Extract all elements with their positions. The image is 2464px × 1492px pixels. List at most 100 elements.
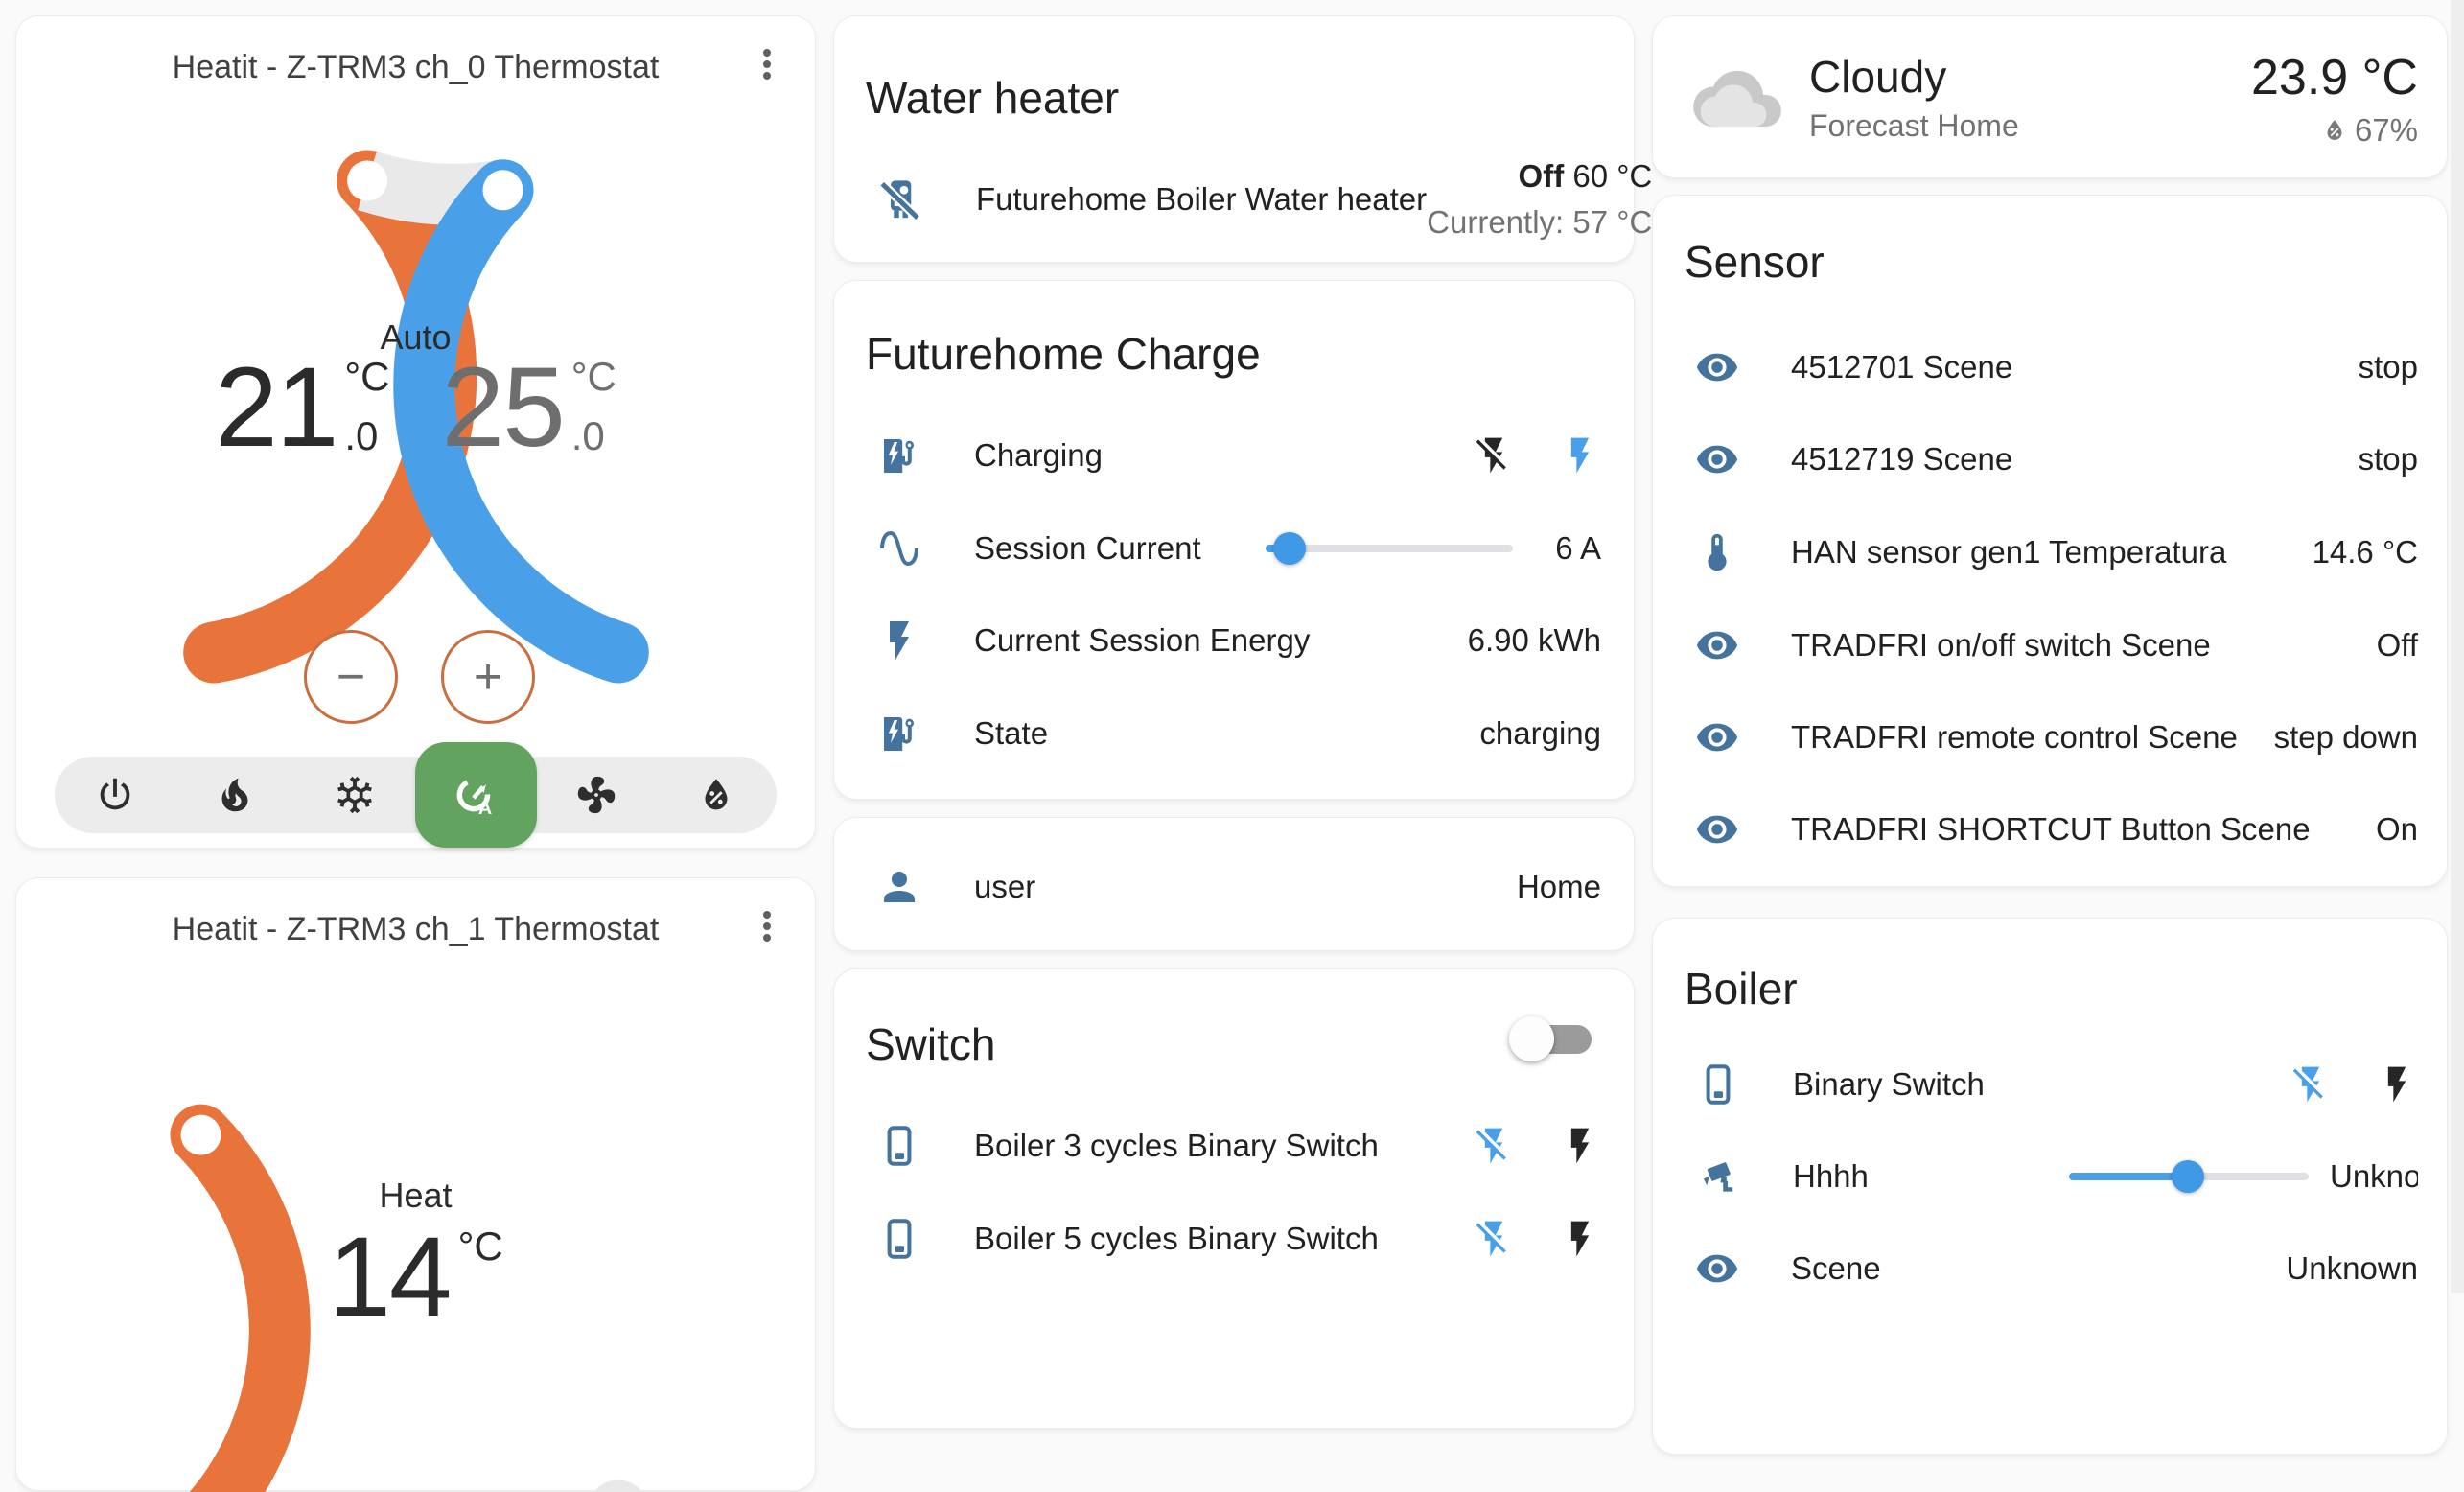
row-label: TRADFRI SHORTCUT Button Scene xyxy=(1791,811,2311,848)
session-current-row[interactable]: Session Current 6 A xyxy=(876,522,1601,575)
water-boiler-off-icon xyxy=(876,175,924,223)
row-value: 14.6 °C xyxy=(2313,534,2418,571)
thermostat-ch0-card: Heatit - Z-TRM3 ch_0 Thermostat Auto 21 … xyxy=(15,15,816,849)
mode-dry-button[interactable] xyxy=(657,757,777,833)
high-setpoint-decimal: .0 xyxy=(571,413,616,459)
account-icon xyxy=(876,864,922,910)
hvac-mode-label: Auto xyxy=(16,317,815,358)
row-label: Session Current xyxy=(974,530,1201,567)
sensor-row[interactable]: HAN sensor gen1 Temperatura 14.6 °C xyxy=(1695,525,2418,579)
weather-subtitle: Forecast Home xyxy=(1809,108,2019,144)
session-energy-row[interactable]: Current Session Energy 6.90 kWh xyxy=(876,614,1601,667)
setpoint-value: 14 xyxy=(328,1224,450,1331)
water-heater-row[interactable]: Futurehome Boiler Water heater Off 60 °C… xyxy=(876,147,1601,252)
flash-icon xyxy=(1559,434,1601,477)
boiler3-row[interactable]: Boiler 3 cycles Binary Switch xyxy=(876,1119,1601,1173)
low-setpoint-handle[interactable] xyxy=(347,161,387,201)
sensor-row[interactable]: TRADFRI on/off switch Scene Off xyxy=(1695,618,2418,672)
hvac-mode-label: Heat xyxy=(16,1176,815,1216)
scrollbar[interactable] xyxy=(2451,0,2464,1293)
mode-cool-button[interactable] xyxy=(294,757,414,833)
session-current-slider[interactable] xyxy=(1266,532,1513,565)
minus-icon: − xyxy=(337,652,365,702)
binary-switch-row[interactable]: Binary Switch xyxy=(1695,1058,2418,1111)
flash-icon xyxy=(876,618,922,664)
target-temp: 60 °C xyxy=(1572,158,1652,194)
state-row[interactable]: State charging xyxy=(876,707,1601,760)
row-label: 4512701 Scene xyxy=(1791,349,2012,385)
row-label: TRADFRI on/off switch Scene xyxy=(1791,627,2211,664)
weather-card[interactable]: Cloudy Forecast Home 23.9 °C 67% xyxy=(1652,15,2448,178)
boiler5-row[interactable]: Boiler 5 cycles Binary Switch xyxy=(876,1212,1601,1266)
ev-station-icon xyxy=(876,432,922,478)
thermostat-ch1-card: Heatit - Z-TRM3 ch_1 Thermostat Heat 14 … xyxy=(15,877,816,1491)
boiler-card: Boiler Binary Switch Hhhh Unknown Scene … xyxy=(1652,918,2448,1455)
sensor-row[interactable]: TRADFRI SHORTCUT Button Scene On xyxy=(1695,803,2418,856)
row-value: Home xyxy=(1517,869,1601,905)
charging-row[interactable]: Charging xyxy=(876,429,1601,482)
setpoint-handle[interactable] xyxy=(181,1115,221,1155)
weather-temperature: 23.9 °C xyxy=(2251,49,2418,106)
cellphone-icon xyxy=(1695,1061,1741,1107)
sensor-row[interactable]: 4512701 Scene stop xyxy=(1695,340,2418,394)
row-label: Hhhh xyxy=(1793,1158,1869,1195)
water-heater-state: Off 60 °C Currently: 57 °C xyxy=(1427,158,1652,241)
slider-thumb[interactable] xyxy=(1273,532,1306,565)
sensor-row[interactable]: 4512719 Scene stop xyxy=(1695,432,2418,486)
entity-name: Futurehome Boiler Water heater xyxy=(976,181,1427,218)
high-setpoint-handle[interactable] xyxy=(483,170,523,210)
state-value: Off xyxy=(1519,158,1565,194)
temp-decrease-button[interactable]: − xyxy=(304,630,398,724)
mode-off-button[interactable] xyxy=(55,757,174,833)
card-title: Futurehome Charge xyxy=(866,332,1261,376)
water-percent-icon xyxy=(2320,116,2349,145)
flash-icon xyxy=(1559,1125,1601,1167)
card-title: Water heater xyxy=(866,76,1119,120)
sine-wave-icon xyxy=(876,525,922,571)
row-label: 4512719 Scene xyxy=(1791,441,2012,478)
row-label: Boiler 3 cycles Binary Switch xyxy=(974,1128,1379,1164)
user-row[interactable]: user Home xyxy=(876,860,1601,914)
slider-thumb[interactable] xyxy=(2172,1160,2204,1193)
high-setpoint-unit: °C xyxy=(571,354,616,400)
water-percent-icon xyxy=(694,773,738,817)
thermostat-auto-icon xyxy=(452,771,500,819)
row-value: On xyxy=(2376,811,2418,848)
fan-icon xyxy=(574,773,618,817)
flash-icon xyxy=(2376,1063,2418,1106)
card-title: Sensor xyxy=(1685,240,1825,284)
mode-fan-button[interactable] xyxy=(537,757,657,833)
ev-station-icon xyxy=(876,711,922,757)
hhhh-row[interactable]: Hhhh Unknown xyxy=(1695,1150,2418,1203)
eye-icon xyxy=(1695,807,1739,851)
flash-off-icon xyxy=(1473,1218,1515,1260)
row-value: Off xyxy=(2377,627,2418,664)
futurehome-charge-card: Futurehome Charge Charging Session Curre… xyxy=(833,280,1635,800)
setpoint-units: °C xyxy=(458,1224,503,1329)
hvac-mode-bar xyxy=(55,757,777,833)
row-label: Binary Switch xyxy=(1793,1066,1985,1103)
row-label: State xyxy=(974,715,1048,752)
low-setpoint-value: 21 xyxy=(215,354,337,461)
toggle-thumb[interactable] xyxy=(1509,1016,1554,1061)
mode-auto-button[interactable] xyxy=(415,742,537,848)
row-value: step down xyxy=(2274,719,2418,756)
row-label: HAN sensor gen1 Temperatura xyxy=(1791,534,2226,571)
current-temp: Currently: 57 °C xyxy=(1427,204,1652,241)
flash-off-icon xyxy=(2290,1063,2332,1106)
eye-icon xyxy=(1695,1247,1739,1291)
eye-icon xyxy=(1695,437,1739,481)
mode-heat-button[interactable] xyxy=(174,757,294,833)
row-value: Unknown xyxy=(2330,1158,2418,1195)
switch-toggle[interactable] xyxy=(1513,1023,1592,1056)
eye-icon xyxy=(1695,345,1739,389)
scene-row[interactable]: Scene Unknown xyxy=(1695,1242,2418,1295)
temp-increase-button[interactable]: + xyxy=(441,630,535,724)
sensor-row[interactable]: TRADFRI remote control Scene step down xyxy=(1695,711,2418,764)
row-value: charging xyxy=(1479,715,1601,752)
hhhh-slider[interactable] xyxy=(2069,1160,2309,1193)
low-setpoint-unit: °C xyxy=(344,354,389,400)
flash-off-icon xyxy=(1473,434,1515,477)
row-value: 6 A xyxy=(1555,530,1601,567)
home-assistant-dashboard: { "theme": {"accent_blue":"#49a0e8","ico… xyxy=(0,0,2464,1293)
